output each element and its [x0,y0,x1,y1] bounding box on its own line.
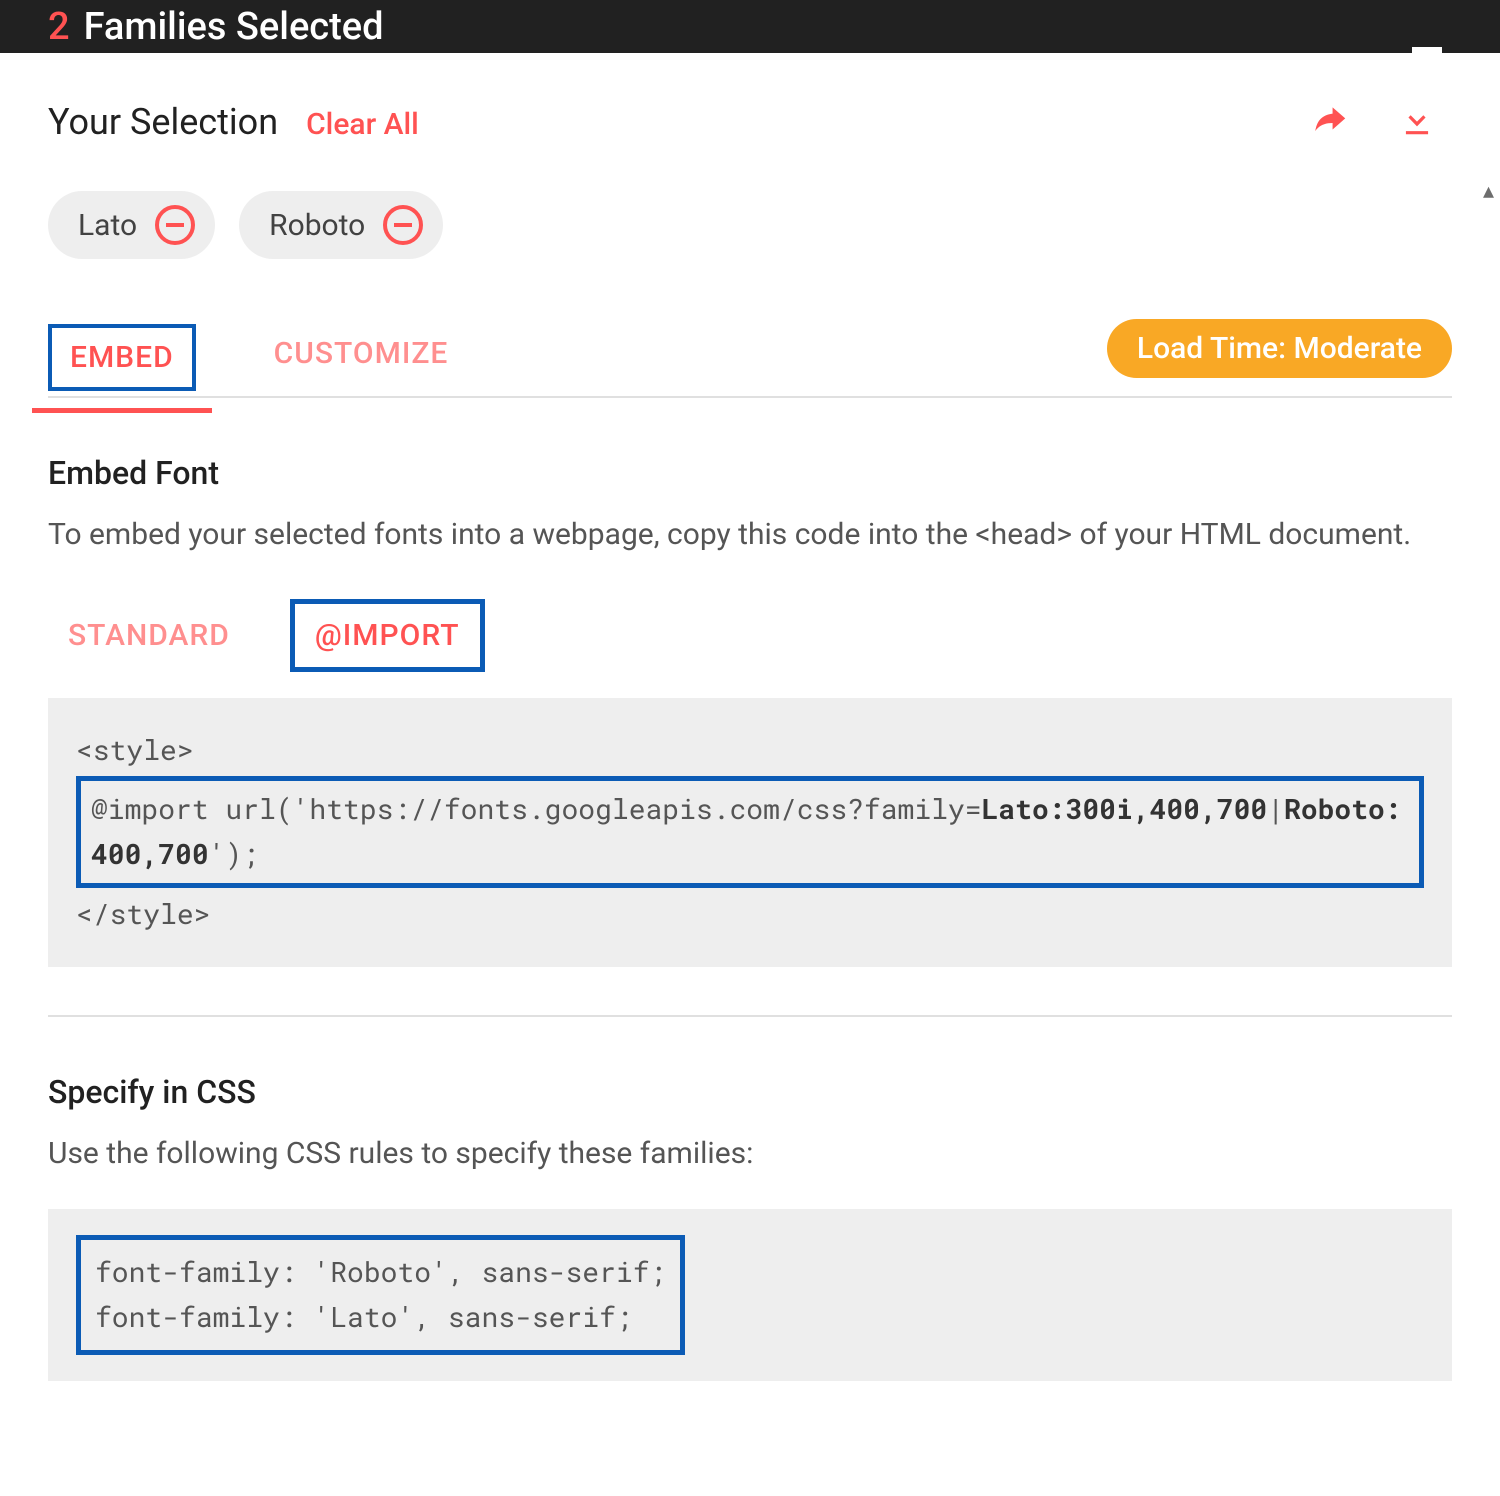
subtab-standard[interactable]: STANDARD [48,604,250,667]
embed-section: Embed Font To embed your selected fonts … [48,454,1452,967]
embed-import-highlight: @import url('https://fonts.googleapis.co… [76,776,1424,888]
embed-description: To embed your selected fonts into a webp… [48,512,1452,559]
code-open-tag: <style> [76,731,194,768]
load-time-badge: Load Time: Moderate [1107,319,1452,378]
css-code-block[interactable]: font-family: 'Roboto', sans-serif; font-… [48,1209,1452,1381]
families-count: 2 [48,5,70,49]
selected-chips: Lato Roboto [48,191,1452,259]
panel-scroll-area[interactable]: Your Selection Clear All Lato [0,53,1500,1496]
code-close-tag: </style> [76,895,210,932]
tab-embed[interactable]: EMBED [48,324,196,391]
download-icon[interactable] [1398,101,1436,143]
chip-label: Roboto [269,208,365,243]
code-text: | [1267,790,1284,827]
remove-roboto-icon[interactable] [383,205,423,245]
css-heading: Specify in CSS [48,1073,1452,1111]
tab-customize[interactable]: CUSTOMIZE [256,324,467,391]
chip-lato: Lato [48,191,215,259]
minimize-button[interactable] [1412,0,1452,53]
code-text: @import url('https://fonts.googleapis.co… [91,790,982,827]
css-rules-highlight: font-family: 'Roboto', sans-serif; font-… [76,1235,685,1355]
your-selection-title: Your Selection [48,101,278,143]
chip-label: Lato [78,208,137,243]
embed-heading: Embed Font [48,454,1452,492]
css-description: Use the following CSS rules to specify t… [48,1131,1452,1178]
clear-all-link[interactable]: Clear All [306,107,419,142]
remove-lato-icon[interactable] [155,205,195,245]
chip-roboto: Roboto [239,191,443,259]
code-text: Lato:300i,400,700 [982,790,1268,827]
embed-code-block[interactable]: <style> @import url('https://fonts.googl… [48,698,1452,967]
header-bar: 2 Families Selected [0,0,1500,53]
section-divider [48,1015,1452,1017]
header-title: Families Selected [84,5,384,49]
header-title-group: 2 Families Selected [48,5,384,49]
share-icon[interactable] [1312,101,1350,143]
css-section: Specify in CSS Use the following CSS rul… [48,1073,1452,1381]
subtab-import[interactable]: @IMPORT [290,599,485,672]
code-text: '); [209,835,259,872]
